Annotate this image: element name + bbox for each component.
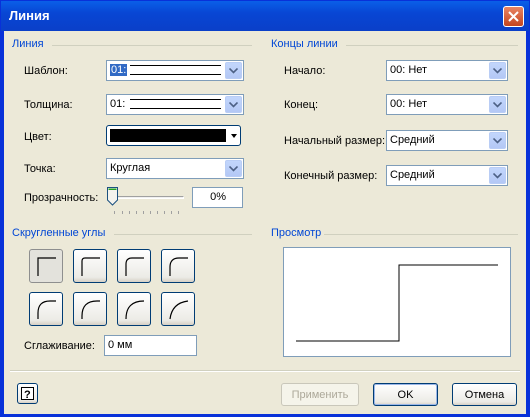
dialog-window: Линия Линия Шаблон: 01: Толщина: 01: Цве… [0,0,530,417]
weight-dropdown-arrow[interactable] [225,96,242,113]
round-corner-icon [81,257,100,276]
end-dropdown-arrow[interactable] [489,96,506,113]
slider-tick [122,211,123,214]
pattern-combo[interactable]: 01: [106,60,244,81]
round-corner-icon [125,257,144,276]
bottom-separator [10,370,520,372]
ends-group-divider [346,45,518,46]
transparency-label: Прозрачность: [24,192,99,204]
preview-pane [283,247,511,357]
begin-size-value: Средний [390,134,435,146]
slider-tick [157,211,158,214]
weight-value: 01: [110,98,126,110]
cap-dropdown-arrow[interactable] [225,160,242,177]
dialog-body: Линия Шаблон: 01: Толщина: 01: Цвет: Точ… [4,31,526,414]
close-icon [508,11,519,22]
slider-tick [171,211,172,214]
chevron-down-icon [229,67,238,74]
smoothing-input[interactable]: 0 мм [104,335,197,356]
square-corner-icon [37,257,56,276]
cancel-button[interactable]: Отмена [452,383,517,406]
corner-style-button[interactable] [73,292,107,326]
end-size-dropdown-arrow[interactable] [489,167,506,184]
round-corner-icon [125,300,145,320]
smoothing-value: 0 мм [108,339,133,351]
slider-tick [136,211,137,214]
pattern-value: 01: [110,64,128,76]
svg-text:?: ? [24,389,31,400]
corner-style-button[interactable] [29,292,63,326]
ends-group-title: Концы линии [271,38,338,50]
line-group-title: Линия [12,38,44,50]
chevron-down-icon [493,172,502,179]
begin-size-combo[interactable]: Средний [386,130,508,151]
chevron-down-icon [493,67,502,74]
slider-tick [178,211,179,214]
color-swatch [110,129,226,142]
transparency-slider-thumb[interactable] [107,187,118,206]
end-size-label: Конечный размер: [284,170,378,182]
pattern-dropdown-arrow[interactable] [225,62,242,79]
title-bar[interactable]: Линия [1,1,529,31]
slider-tick [114,211,115,214]
smoothing-label: Сглаживание: [24,340,95,352]
slider-tick [164,211,165,214]
transparency-value: 0% [210,191,226,203]
help-button[interactable]: ? [17,383,38,404]
end-size-value: Средний [390,169,435,181]
begin-size-label: Начальный размер: [284,135,386,147]
end-value: 00: Нет [390,98,428,110]
cap-label: Точка: [24,163,56,175]
transparency-input[interactable]: 0% [192,187,243,208]
chevron-down-icon [229,101,238,108]
corner-style-button[interactable] [117,292,151,326]
slider-tick [129,211,130,214]
begin-size-dropdown-arrow[interactable] [489,132,506,149]
corner-style-button[interactable] [73,249,107,283]
chevron-down-icon [493,137,502,144]
begin-combo[interactable]: 00: Нет [386,60,508,81]
close-button[interactable] [503,6,524,27]
weight-sample [130,99,221,109]
rounded-group-title: Скругленные углы [12,227,106,239]
round-corner-icon [169,257,188,276]
round-corner-icon [37,300,56,319]
color-picker-button[interactable] [106,125,241,146]
corner-style-button[interactable] [29,249,63,283]
line-group-divider [52,45,252,46]
pattern-label: Шаблон: [24,65,68,77]
apply-button[interactable]: Применить [281,383,359,406]
preview-group-title: Просмотр [271,227,322,239]
begin-dropdown-arrow[interactable] [489,62,506,79]
chevron-down-icon [229,165,238,172]
round-corner-icon [169,300,189,320]
begin-value: 00: Нет [390,64,428,76]
transparency-slider-track[interactable] [112,196,184,199]
corner-style-button[interactable] [161,292,195,326]
slider-tick [143,211,144,214]
color-label: Цвет: [24,131,52,143]
corner-style-button[interactable] [161,249,195,283]
cap-combo[interactable]: Круглая [106,158,244,179]
weight-label: Толщина: [24,99,73,111]
end-combo[interactable]: 00: Нет [386,94,508,115]
corner-style-button[interactable] [117,249,151,283]
caret-down-icon [231,134,237,138]
end-size-combo[interactable]: Средний [386,165,508,186]
pattern-sample [130,65,221,75]
window-title: Линия [9,8,50,23]
rounded-group-divider [114,234,252,235]
ok-button[interactable]: OK [373,383,438,406]
help-icon: ? [21,387,34,400]
slider-tick [150,211,151,214]
begin-label: Начало: [284,65,326,77]
end-label: Конец: [284,99,319,111]
weight-combo[interactable]: 01: [106,94,244,115]
line-preview-graphic [296,264,498,342]
preview-group-divider [324,234,518,235]
cap-value: Круглая [110,162,151,174]
round-corner-icon [81,300,100,319]
chevron-down-icon [493,101,502,108]
